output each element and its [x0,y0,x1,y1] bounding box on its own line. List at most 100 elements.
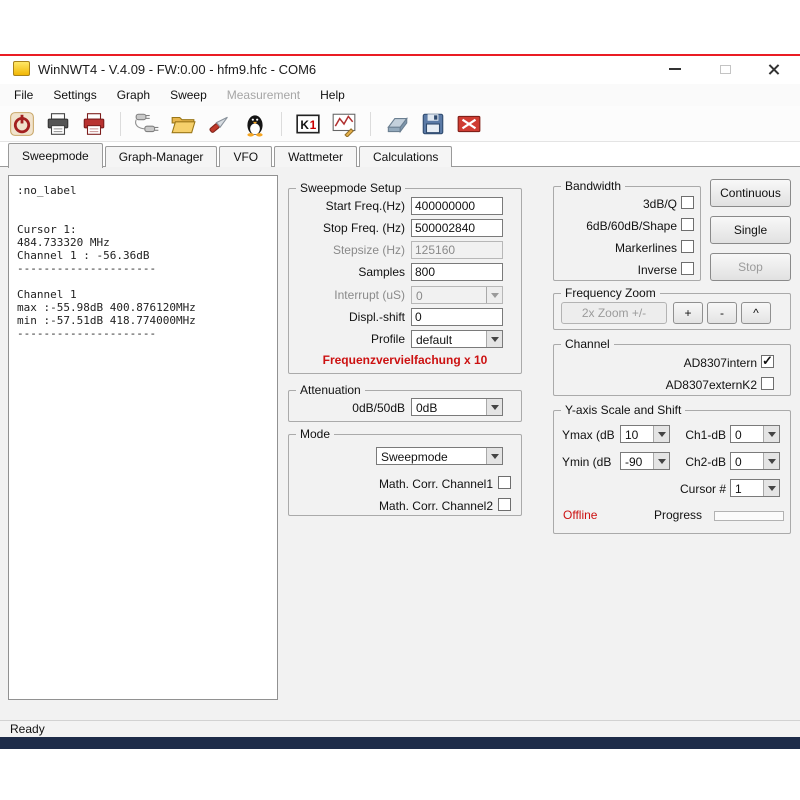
chevron-down-icon [653,453,669,469]
continuous-button[interactable]: Continuous [710,179,791,207]
tux-penguin-icon[interactable] [239,109,271,139]
profile-label: Profile [293,332,405,346]
sweepmode-setup-group: Sweepmode Setup Start Freq.(Hz) 40000000… [288,188,522,374]
progress-bar [714,511,784,521]
zoom-up-button[interactable]: ^ [741,302,771,324]
delete-box-icon[interactable] [453,109,485,139]
power-icon[interactable] [6,109,38,139]
ch2-db-select[interactable]: 0 [730,452,780,470]
tab-vfo[interactable]: VFO [219,146,272,167]
tab-calculations[interactable]: Calculations [359,146,452,167]
samples-label: Samples [293,265,405,279]
menu-graph[interactable]: Graph [107,85,160,105]
cursor-number-select[interactable]: 1 [730,479,780,497]
bandwidth-group: Bandwidth 3dB/Q 6dB/60dB/Shape Markerlin… [553,186,701,281]
probes-icon[interactable] [131,109,163,139]
toolbar-separator [281,112,282,136]
math-corr-ch1-checkbox[interactable] [498,476,511,489]
readout-line: --------------------- [17,262,269,275]
chevron-down-icon [486,331,502,347]
stepsize-input: 125160 [411,241,503,259]
channel-group: Channel AD8307intern AD8307externK2 [553,344,791,396]
menu-file[interactable]: File [4,85,43,105]
window-title: WinNWT4 - V.4.09 - FW:0.00 - hfm9.hfc - … [38,62,316,77]
math-corr-ch2-label: Math. Corr. Channel2 [289,499,493,513]
chevron-down-icon [763,426,779,442]
group-title: Frequency Zoom [561,286,660,300]
offline-status: Offline [563,508,597,522]
tab-wattmeter[interactable]: Wattmeter [274,146,357,167]
group-title: Sweepmode Setup [296,181,405,195]
print-icon[interactable] [42,109,74,139]
stop-freq-input[interactable]: 500002840 [411,219,503,237]
zoom-plus-button[interactable]: + [673,302,703,324]
progress-label: Progress [654,508,702,522]
samples-input[interactable]: 800 [411,263,503,281]
start-freq-label: Start Freq.(Hz) [293,199,405,213]
menu-sweep[interactable]: Sweep [160,85,217,105]
ymin-select[interactable]: -90 [620,452,670,470]
tab-strip: Sweepmode Graph-Manager VFO Wattmeter Ca… [0,142,800,167]
inverse-checkbox[interactable] [681,262,694,275]
ymin-label: Ymin (dB [562,455,611,469]
group-title: Bandwidth [561,179,625,193]
math-corr-ch2-checkbox[interactable] [498,498,511,511]
ch1-db-select[interactable]: 0 [730,425,780,443]
stepsize-label: Stepsize (Hz) [293,243,405,257]
readout-line [17,210,269,223]
svg-text:1: 1 [310,117,317,131]
eraser-icon[interactable] [381,109,413,139]
cursor-number-label: Cursor # [658,482,726,496]
interrupt-select: 0 [411,286,503,304]
chevron-down-icon [763,480,779,496]
attenuation-label: 0dB/50dB [293,401,405,415]
close-icon [767,63,780,76]
zoom-minus-button[interactable]: - [707,302,737,324]
single-button[interactable]: Single [710,216,791,244]
print-color-icon[interactable] [78,109,110,139]
ad8307-extern-label: AD8307externK2 [554,378,757,392]
tab-sweepmode[interactable]: Sweepmode [8,143,103,168]
ad8307-intern-checkbox[interactable] [761,355,774,368]
close-button[interactable] [758,58,788,80]
chevron-down-icon [486,399,502,415]
interrupt-value: 0 [416,289,423,303]
cursor-number-value: 1 [735,482,742,496]
menu-help[interactable]: Help [310,85,355,105]
diagram-pen-icon[interactable] [328,109,360,139]
profile-select[interactable]: default [411,330,503,348]
bandwidth-6db-checkbox[interactable] [681,218,694,231]
save-floppy-icon[interactable] [417,109,449,139]
math-corr-ch1-label: Math. Corr. Channel1 [289,477,493,491]
attenuation-select[interactable]: 0dB [411,398,503,416]
start-freq-input[interactable]: 400000000 [411,197,503,215]
ad8307-extern-checkbox[interactable] [761,377,774,390]
k1-box-icon[interactable]: K1 [292,109,324,139]
markerlines-checkbox[interactable] [681,240,694,253]
ch2-db-label: Ch2-dB [674,455,726,469]
mode-select[interactable]: Sweepmode [376,447,503,465]
readout-line: Cursor 1: [17,223,269,236]
stop-button: Stop [710,253,791,281]
readout-line: min :-57.51dB 418.774000MHz [17,314,269,327]
chevron-down-icon [486,448,502,464]
tab-graph-manager[interactable]: Graph-Manager [105,146,218,167]
ymin-value: -90 [625,455,642,469]
minimize-icon [669,68,681,70]
status-bar: Ready [0,720,800,737]
svg-text:K: K [300,117,309,131]
readout-line: max :-55.98dB 400.876120MHz [17,301,269,314]
minimize-button[interactable] [660,58,690,80]
menu-settings[interactable]: Settings [43,85,106,105]
displ-shift-input[interactable]: 0 [411,308,503,326]
bandwidth-3db-checkbox[interactable] [681,196,694,209]
maximize-icon [720,65,731,74]
readout-line: Channel 1 [17,288,269,301]
toolbar: K1 [0,106,800,142]
knife-icon[interactable] [203,109,235,139]
attenuation-group: Attenuation 0dB/50dB 0dB [288,390,522,422]
maximize-button [710,58,740,80]
folder-open-icon[interactable] [167,109,199,139]
ymax-select[interactable]: 10 [620,425,670,443]
stop-freq-label: Stop Freq. (Hz) [293,221,405,235]
